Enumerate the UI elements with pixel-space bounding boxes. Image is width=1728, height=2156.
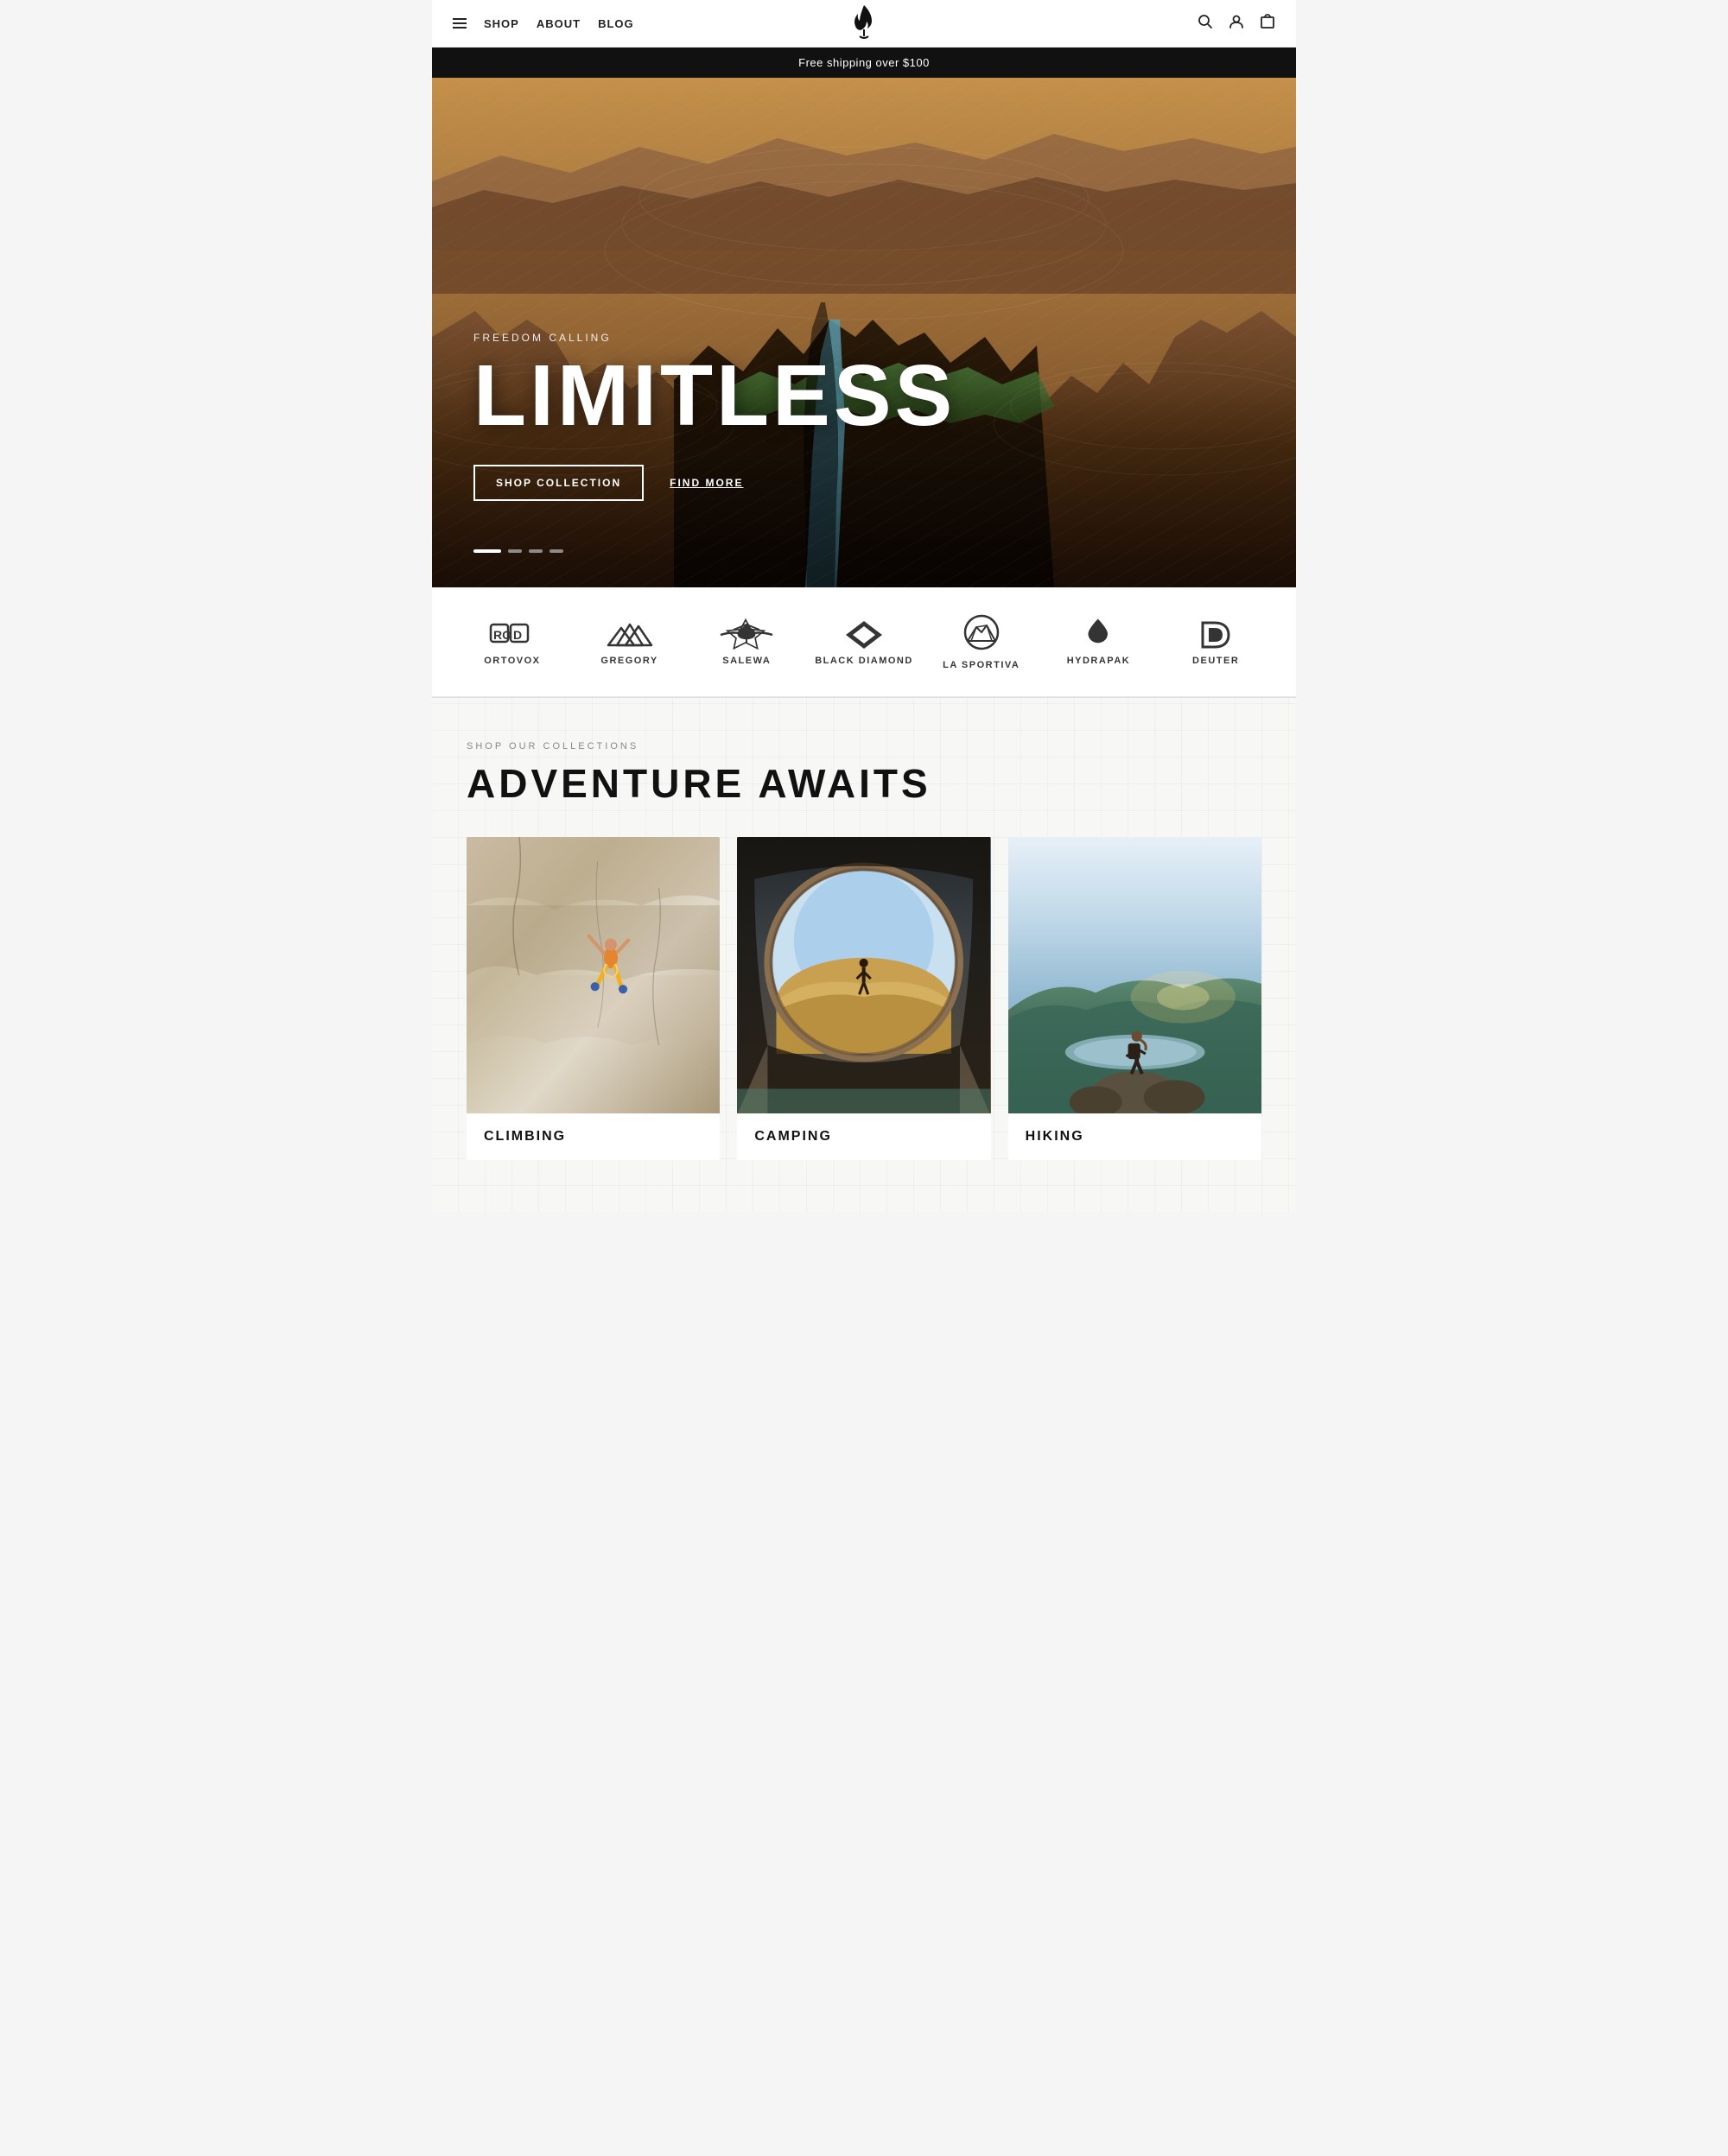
hero-buttons: SHOP COLLECTION FIND MORE: [473, 465, 956, 501]
brand-salewa[interactable]: SALEWA: [692, 618, 801, 666]
cart-icon: [1260, 14, 1275, 29]
collection-card-hiking[interactable]: HIKING: [1008, 837, 1261, 1160]
hero-dot-4[interactable]: [550, 549, 563, 553]
hero-dot-2[interactable]: [508, 549, 522, 553]
collection-card-camping[interactable]: CAMPING: [737, 837, 990, 1160]
ortovox-logo-icon: RO D: [486, 618, 538, 652]
gregory-logo: GREGORY: [600, 618, 660, 666]
hydrapak-logo-icon: [1077, 618, 1120, 652]
hero-dots: [473, 549, 563, 553]
brands-section: RO D ORTOVOX GREGORY: [432, 587, 1296, 697]
camping-image-svg: [737, 837, 990, 1113]
collections-title: ADVENTURE AWAITS: [467, 760, 1261, 807]
hiking-card-label: HIKING: [1008, 1113, 1261, 1160]
collections-section: SHOP OUR COLLECTIONS ADVENTURE AWAITS: [432, 698, 1296, 1212]
hiking-card-image: [1008, 837, 1261, 1113]
nav-about-link[interactable]: ABOUT: [537, 17, 581, 30]
nav-right: [1198, 14, 1275, 34]
nav-shop-link[interactable]: SHOP: [484, 17, 519, 30]
search-button[interactable]: [1198, 14, 1213, 34]
cart-button[interactable]: [1260, 14, 1275, 34]
hero-dot-3[interactable]: [529, 549, 543, 553]
logo-icon: [849, 3, 879, 40]
black-diamond-logo: Black Diamond: [815, 618, 913, 666]
black-diamond-brand-name: Black Diamond: [815, 656, 913, 666]
announcement-text: Free shipping over $100: [798, 56, 930, 69]
salewa-logo: SALEWA: [716, 618, 777, 666]
climbing-image-svg: [467, 837, 720, 1113]
nav-logo[interactable]: [849, 3, 879, 44]
hero-content: FREEDOM CALLING LIMITLESS SHOP COLLECTIO…: [473, 332, 956, 501]
climbing-card-label: CLIMBING: [467, 1113, 720, 1160]
gregory-brand-name: GREGORY: [600, 656, 658, 666]
hero-section: FREEDOM CALLING LIMITLESS SHOP COLLECTIO…: [432, 78, 1296, 587]
nav-blog-link[interactable]: BLOG: [598, 17, 634, 30]
camping-card-image: [737, 837, 990, 1113]
shop-collection-button[interactable]: SHOP COLLECTION: [473, 465, 644, 501]
ortovox-brand-name: ORTOVOX: [484, 656, 540, 666]
find-more-button[interactable]: FIND MORE: [670, 477, 743, 489]
hydrapak-brand-name: HydraPak: [1067, 656, 1131, 666]
brand-deuter[interactable]: deuter: [1161, 618, 1270, 666]
brand-la-sportiva[interactable]: LA SPORTIVA: [927, 613, 1036, 670]
hydrapak-logo: HydraPak: [1067, 618, 1131, 666]
deuter-logo: deuter: [1192, 618, 1239, 666]
salewa-brand-name: SALEWA: [722, 656, 771, 666]
black-diamond-logo-icon: [842, 618, 886, 652]
svg-text:D: D: [513, 628, 522, 642]
salewa-logo-icon: [716, 618, 777, 652]
la-sportiva-logo: LA SPORTIVA: [943, 613, 1020, 670]
collections-grid: CLIMBING: [467, 837, 1261, 1160]
la-sportiva-brand-name: LA SPORTIVA: [943, 660, 1020, 670]
announcement-bar: Free shipping over $100: [432, 48, 1296, 78]
climbing-card-image: [467, 837, 720, 1113]
la-sportiva-logo-icon: [947, 613, 1016, 656]
camping-card-label: CAMPING: [737, 1113, 990, 1160]
ortovox-logo: RO D ORTOVOX: [484, 618, 540, 666]
deuter-brand-name: deuter: [1192, 656, 1239, 666]
hero-dot-1[interactable]: [473, 549, 501, 553]
account-button[interactable]: [1229, 14, 1244, 34]
navbar: SHOP ABOUT BLOG: [432, 0, 1296, 48]
hiking-image-svg: [1008, 837, 1261, 1113]
account-icon: [1229, 14, 1244, 29]
brand-gregory[interactable]: GREGORY: [575, 618, 684, 666]
svg-text:RO: RO: [493, 628, 511, 642]
deuter-logo-icon: [1194, 618, 1237, 652]
collection-card-climbing[interactable]: CLIMBING: [467, 837, 720, 1160]
gregory-logo-icon: [600, 618, 660, 652]
search-icon: [1198, 14, 1213, 29]
brand-ortovox[interactable]: RO D ORTOVOX: [458, 618, 567, 666]
brand-black-diamond[interactable]: Black Diamond: [810, 618, 918, 666]
hero-subtitle: FREEDOM CALLING: [473, 332, 956, 344]
collections-label: SHOP OUR COLLECTIONS: [467, 741, 1261, 751]
brand-hydrapak[interactable]: HydraPak: [1045, 618, 1153, 666]
nav-left: SHOP ABOUT BLOG: [453, 17, 634, 30]
hero-title: LIMITLESS: [473, 352, 956, 439]
brands-row: RO D ORTOVOX GREGORY: [458, 613, 1270, 670]
hamburger-menu-icon[interactable]: [453, 18, 467, 29]
